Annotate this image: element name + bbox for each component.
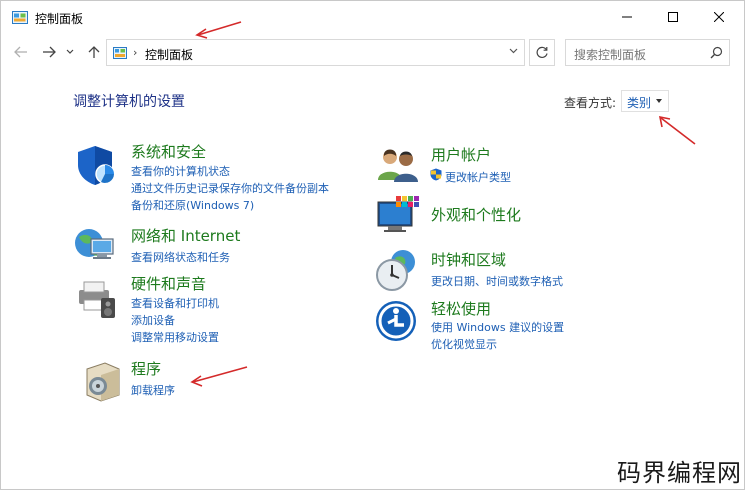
search-box[interactable]: 搜索控制面板	[565, 39, 730, 66]
breadcrumb-separator: ›	[133, 46, 138, 59]
maximize-button[interactable]	[650, 1, 696, 33]
category-title-ease-of-access[interactable]: 轻松使用	[431, 298, 491, 319]
arrow-right-icon	[43, 46, 56, 58]
link-mobility-settings[interactable]: 调整常用移动设置	[131, 329, 219, 345]
address-dropdown-button[interactable]	[509, 46, 518, 57]
programs-box-icon[interactable]	[81, 359, 125, 403]
chevron-down-icon	[66, 49, 74, 54]
recent-locations-button[interactable]	[63, 43, 77, 61]
network-globe-icon[interactable]	[73, 223, 117, 267]
back-button[interactable]	[11, 43, 31, 61]
up-button[interactable]	[84, 43, 104, 61]
appearance-monitor-icon[interactable]	[376, 194, 420, 238]
category-title-user-accounts[interactable]: 用户帐户	[431, 144, 491, 165]
close-icon	[714, 12, 724, 22]
link-uninstall-program[interactable]: 卸载程序	[131, 382, 175, 398]
users-icon[interactable]	[376, 144, 420, 188]
control-panel-folder-icon	[113, 47, 127, 59]
link-view-computer-status[interactable]: 查看你的计算机状态	[131, 163, 230, 179]
refresh-icon	[536, 46, 548, 58]
window-title: 控制面板	[35, 12, 84, 26]
link-file-history-backup[interactable]: 通过文件历史记录保存你的文件备份副本	[131, 180, 329, 196]
forward-button[interactable]	[39, 43, 59, 61]
shield-icon[interactable]	[75, 143, 119, 187]
category-title-system-security[interactable]: 系统和安全	[131, 141, 206, 162]
link-windows-recommended-settings[interactable]: 使用 Windows 建议的设置	[431, 319, 564, 335]
printer-speaker-icon[interactable]	[75, 276, 119, 320]
uac-shield-icon	[430, 168, 442, 181]
ease-of-access-icon[interactable]	[375, 299, 419, 343]
minimize-button[interactable]	[604, 1, 650, 33]
address-bar[interactable]: › 控制面板	[106, 39, 525, 66]
category-title-clock-region[interactable]: 时钟和区域	[431, 249, 506, 270]
link-backup-restore-win7[interactable]: 备份和还原(Windows 7)	[131, 197, 254, 213]
title-bar[interactable]: 控制面板	[1, 1, 745, 33]
arrow-left-icon	[14, 46, 27, 58]
close-button[interactable]	[696, 1, 742, 33]
category-title-appearance[interactable]: 外观和个性化	[431, 204, 521, 225]
view-by-label: 查看方式:	[564, 96, 617, 110]
link-add-device[interactable]: 添加设备	[131, 312, 175, 328]
link-network-status-tasks[interactable]: 查看网络状态和任务	[131, 249, 230, 265]
chevron-down-icon	[509, 48, 518, 54]
control-panel-window: 控制面板 › 控制面板 搜索控制面板 调整计算机的设置 查看方式: 类别 系统和…	[0, 0, 745, 490]
watermark-text: 码界编程网	[617, 459, 742, 487]
arrow-to-view-by-dropdown	[658, 115, 696, 145]
page-title: 调整计算机的设置	[73, 94, 185, 110]
view-by-value: 类别	[627, 96, 652, 110]
clock-globe-icon[interactable]	[375, 248, 419, 292]
link-change-account-type[interactable]: 更改帐户类型	[445, 169, 511, 185]
minimize-icon	[622, 16, 632, 18]
view-by-dropdown[interactable]: 类别	[621, 90, 669, 112]
arrow-to-uninstall-program	[190, 366, 248, 387]
link-devices-printers[interactable]: 查看设备和打印机	[131, 295, 219, 311]
refresh-button[interactable]	[529, 39, 555, 66]
search-placeholder: 搜索控制面板	[574, 48, 647, 62]
breadcrumb-control-panel[interactable]: 控制面板	[145, 46, 193, 63]
category-title-hardware-sound[interactable]: 硬件和声音	[131, 273, 206, 294]
control-panel-app-icon	[12, 11, 28, 24]
category-title-network-internet[interactable]: 网络和 Internet	[131, 225, 240, 246]
caret-down-icon	[656, 99, 662, 103]
category-title-programs[interactable]: 程序	[131, 358, 161, 379]
link-change-date-time-format[interactable]: 更改日期、时间或数字格式	[431, 273, 563, 289]
link-optimize-visual-display[interactable]: 优化视觉显示	[431, 336, 497, 352]
arrow-up-icon	[88, 46, 100, 58]
maximize-icon	[668, 12, 678, 22]
navigation-bar: › 控制面板 搜索控制面板	[1, 35, 745, 69]
search-icon[interactable]	[710, 46, 723, 59]
